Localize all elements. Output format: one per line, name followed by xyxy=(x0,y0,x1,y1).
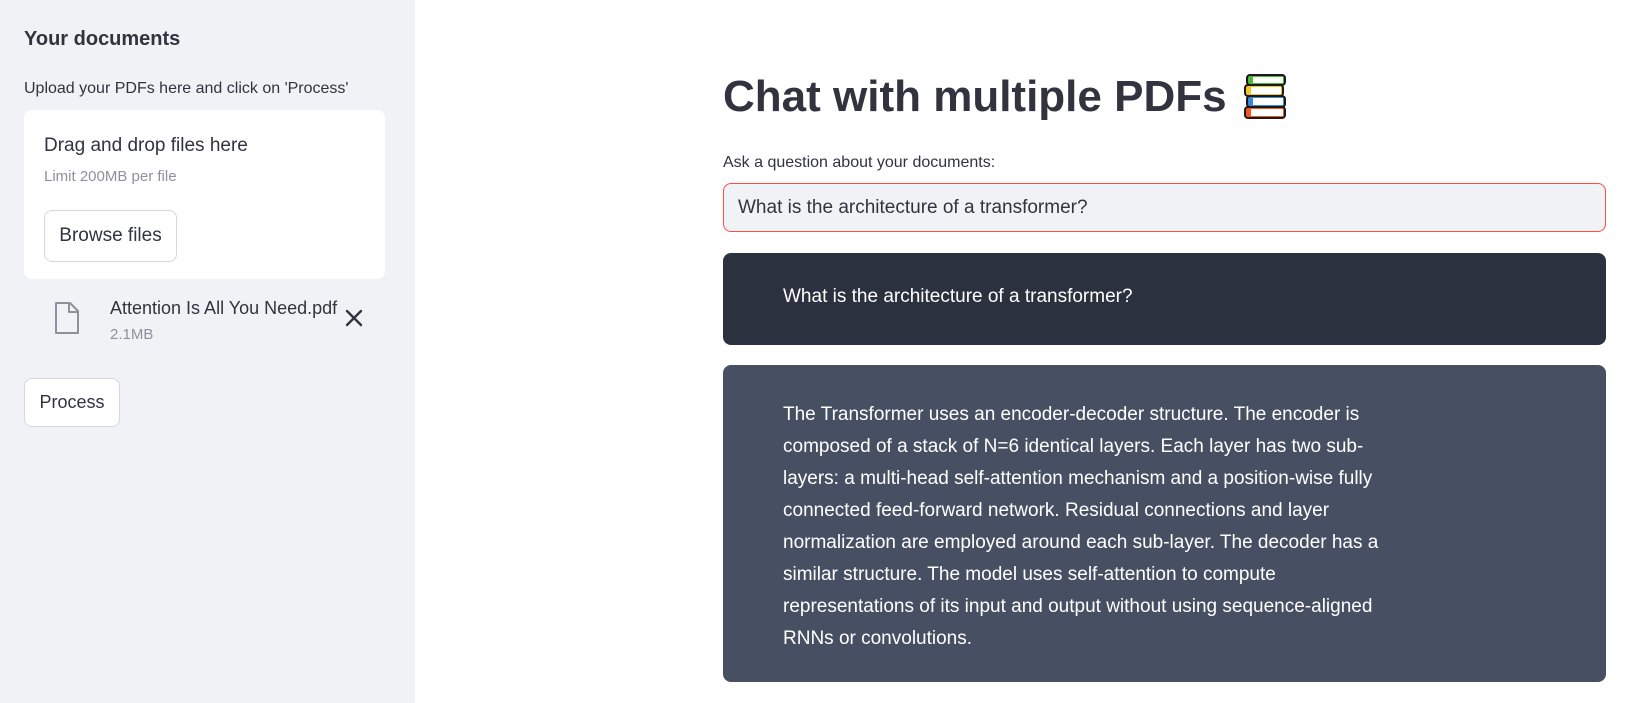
sidebar: Your documents Upload your PDFs here and… xyxy=(0,0,415,703)
bot-message-text: The Transformer uses an encoder-decoder … xyxy=(783,404,1379,649)
document-icon xyxy=(54,302,80,334)
page-title: Chat with multiple PDFs xyxy=(723,72,1289,122)
page-title-text: Chat with multiple PDFs xyxy=(723,72,1227,121)
uploaded-file-size: 2.1MB xyxy=(110,326,154,343)
books-icon xyxy=(1241,73,1289,121)
upload-label: Upload your PDFs here and click on 'Proc… xyxy=(24,80,349,97)
sidebar-title: Your documents xyxy=(24,28,181,50)
dropzone-limit: Limit 200MB per file xyxy=(44,168,177,185)
user-message: What is the architecture of a transforme… xyxy=(723,253,1606,345)
app: Your documents Upload your PDFs here and… xyxy=(0,0,1625,703)
dropzone-title: Drag and drop files here xyxy=(44,135,248,156)
file-dropzone[interactable]: Drag and drop files here Limit 200MB per… xyxy=(24,110,385,279)
uploaded-file-name: Attention Is All You Need.pdf xyxy=(110,298,338,318)
browse-files-button[interactable]: Browse files xyxy=(44,210,177,262)
process-button[interactable]: Process xyxy=(24,378,120,427)
bot-message: The Transformer uses an encoder-decoder … xyxy=(723,365,1606,682)
close-icon[interactable] xyxy=(342,306,366,330)
user-message-text: What is the architecture of a transforme… xyxy=(783,286,1133,307)
question-label: Ask a question about your documents: xyxy=(723,154,996,171)
question-input[interactable] xyxy=(723,183,1606,232)
